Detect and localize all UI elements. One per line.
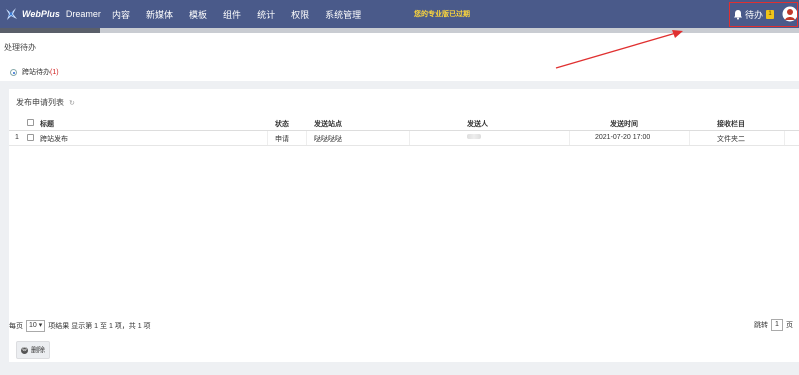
table-header: 标题 状态 发送站点 发送人 发送时间 接收栏目 [9,116,799,131]
delete-button[interactable]: ⊖ 删除 [16,341,50,359]
brand-name: WebPlus [22,9,60,19]
nav-component[interactable]: 组件 [223,8,241,21]
divider [409,131,410,145]
goto-page-input[interactable]: 1 [771,319,783,331]
row-time: 2021-07-20 17:00 [595,134,651,141]
nav-template[interactable]: 模板 [189,8,207,21]
col-site: 发送站点 [314,121,342,128]
top-navbar: WebPlus Dreamer 内容 新媒体 模板 组件 统计 权限 系统管理 … [0,0,799,28]
result-summary: 项结果 显示第 1 至 1 项，共 1 项 [48,323,151,330]
blurred-sender [467,134,481,139]
divider [689,131,690,145]
license-notice: 您的专业版已过期 [414,11,470,18]
delete-label: 删除 [31,347,45,354]
main-nav: 内容 新媒体 模板 组件 统计 权限 系统管理 [112,0,377,28]
goto-page-control: 跳转 1 页 [754,319,793,331]
delete-icon: ⊖ [21,346,28,354]
highlight-box [729,2,798,27]
nav-new-media[interactable]: 新媒体 [146,8,173,21]
page-size-select[interactable]: 10 ▾ [26,320,46,332]
request-table: 标题 状态 发送站点 发送人 发送时间 接收栏目 1 跨站发布 申请 哒哒哒哒 … [9,116,799,146]
row-site: 哒哒哒哒 [314,136,342,143]
col-sender: 发送人 [467,121,488,128]
tab-cross-site-todo[interactable]: 跨站待办 (1) [10,61,59,83]
col-column: 接收栏目 [717,121,745,128]
product-name: Dreamer [65,9,101,19]
page-size-control: 每页 10 ▾ 项结果 显示第 1 至 1 项，共 1 项 [9,320,151,332]
tab-label: 跨站待办 [22,69,50,76]
goto-value: 1 [775,321,779,328]
row-status: 申请 [275,136,289,143]
logo[interactable]: WebPlus Dreamer [4,5,101,23]
col-status: 状态 [275,121,289,128]
nav-permission[interactable]: 权限 [291,8,309,21]
list-title-wrap: 发布申请列表 ↻ [16,97,75,108]
col-title: 标题 [40,121,54,128]
pagination-bar: 每页 10 ▾ 项结果 显示第 1 至 1 项，共 1 项 跳转 1 页 [9,316,799,334]
process-todo-panel: 处理待办 跨站待办 (1) [0,33,799,81]
row-title[interactable]: 跨站发布 [40,134,68,144]
logo-icon [6,8,17,20]
divider [306,131,307,145]
row-column: 文件夹二 [717,136,745,143]
list-title: 发布申请列表 [16,98,64,107]
col-time: 发送时间 [610,121,638,128]
refresh-icon[interactable]: ↻ [69,99,75,107]
divider [784,131,785,145]
page-size-value: 10 [29,322,37,329]
row-sender [467,134,481,141]
divider [569,131,570,145]
nav-statistics[interactable]: 统计 [257,8,275,21]
goto-suffix: 页 [786,322,793,329]
goto-label: 跳转 [754,322,768,329]
panel-title: 处理待办 [4,43,36,52]
row-index: 1 [15,134,19,141]
per-page-label: 每页 [9,323,23,330]
table-row[interactable]: 1 跨站发布 申请 哒哒哒哒 2021-07-20 17:00 文件夹二 [9,131,799,146]
row-checkbox[interactable] [27,134,34,141]
nav-content[interactable]: 内容 [112,8,130,21]
select-all-checkbox[interactable] [27,119,34,126]
divider [267,131,268,145]
publish-request-panel: 发布申请列表 ↻ 标题 状态 发送站点 发送人 发送时间 接收栏目 1 跨站发布… [9,89,799,362]
nav-system[interactable]: 系统管理 [325,8,361,21]
tab-count: (1) [50,68,59,76]
radio-icon [10,68,17,76]
